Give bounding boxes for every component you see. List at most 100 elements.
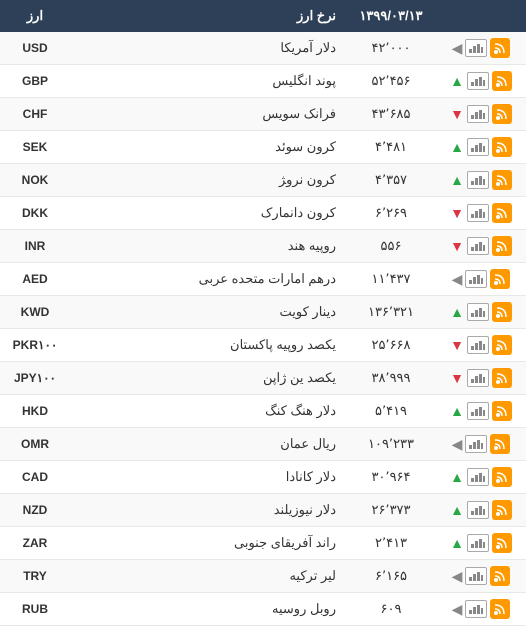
rss-icon[interactable] <box>492 500 512 520</box>
currency-value: ۳۸٬۹۹۹ <box>346 362 436 395</box>
table-row: ◀ ۴۲٬۰۰۰ دلار آمریکا USD <box>0 32 526 65</box>
trend-up-icon: ▲ <box>450 73 464 89</box>
table-header: ۱۳۹۹/۰۳/۱۳ نرخ ارز ارز <box>0 0 526 32</box>
chart-icon[interactable] <box>467 237 489 255</box>
trend-neutral-icon: ◀ <box>452 271 463 288</box>
currency-value: ۴٬۴۸۱ <box>346 131 436 164</box>
chart-icon[interactable] <box>465 567 487 585</box>
rss-icon[interactable] <box>492 467 512 487</box>
currency-code: NOK <box>0 164 70 197</box>
chart-icon[interactable] <box>465 435 487 453</box>
currency-name: روبل روسیه <box>70 593 346 626</box>
currency-name: فرانک سویس <box>70 98 346 131</box>
currency-code: ZAR <box>0 527 70 560</box>
table-row: ▼ ۲۵٬۶۶۸ یکصد روپیه پاکستان PKR۱۰۰ <box>0 329 526 362</box>
row-icons-cell: ▲ <box>436 461 526 494</box>
currency-code: CAD <box>0 461 70 494</box>
header-value: ۱۳۹۹/۰۳/۱۳ <box>346 0 436 32</box>
rss-icon[interactable] <box>492 302 512 322</box>
row-icons-cell: ◀ <box>436 428 526 461</box>
row-icons-cell: ▲ <box>436 494 526 527</box>
currency-name: دلار کانادا <box>70 461 346 494</box>
rss-icon[interactable] <box>492 401 512 421</box>
currency-code: USD <box>0 32 70 65</box>
row-icons-cell: ◀ <box>436 593 526 626</box>
chart-icon[interactable] <box>467 105 489 123</box>
table-row: ▼ ۵۵۶ روپیه هند INR <box>0 230 526 263</box>
rss-icon[interactable] <box>490 38 510 58</box>
chart-icon[interactable] <box>467 534 489 552</box>
rss-icon[interactable] <box>492 335 512 355</box>
row-icons-cell: ▼ <box>436 98 526 131</box>
chart-icon[interactable] <box>465 39 487 57</box>
rss-icon[interactable] <box>492 368 512 388</box>
table-row: ▼ ۶٬۲۶۹ کرون دانمارک DKK <box>0 197 526 230</box>
row-icons-cell: ▲ <box>436 131 526 164</box>
row-icons-cell: ◀ <box>436 263 526 296</box>
currency-name: راند آفریقای جنوبی <box>70 527 346 560</box>
currency-name: کرون سوئد <box>70 131 346 164</box>
chart-icon[interactable] <box>467 501 489 519</box>
chart-icon[interactable] <box>467 402 489 420</box>
chart-icon[interactable] <box>467 72 489 90</box>
currency-code: OMR <box>0 428 70 461</box>
rss-icon[interactable] <box>490 434 510 454</box>
rss-icon[interactable] <box>492 203 512 223</box>
chart-icon[interactable] <box>467 171 489 189</box>
table-row: ▲ ۴٬۳۵۷ کرون نرو‍ژ NOK <box>0 164 526 197</box>
chart-icon[interactable] <box>467 468 489 486</box>
table-row: ◀ ۱۱٬۴۳۷ درهم امارات متحده عربی AED <box>0 263 526 296</box>
currency-value: ۴٬۳۵۷ <box>346 164 436 197</box>
currency-name: دلار نیوزیلند <box>70 494 346 527</box>
currency-name: دلار آمریکا <box>70 32 346 65</box>
rss-icon[interactable] <box>490 599 510 619</box>
row-icons-cell: ▲ <box>436 164 526 197</box>
currency-code: RUB <box>0 593 70 626</box>
currency-name: یکصد روپیه پاکستان <box>70 329 346 362</box>
trend-up-icon: ▲ <box>450 502 464 518</box>
chart-icon[interactable] <box>465 600 487 618</box>
currency-value: ۴۲٬۰۰۰ <box>346 32 436 65</box>
rss-icon[interactable] <box>490 566 510 586</box>
row-icons-cell: ▲ <box>436 527 526 560</box>
rss-icon[interactable] <box>492 236 512 256</box>
trend-down-icon: ▼ <box>450 205 464 221</box>
currency-value: ۲۵٬۶۶۸ <box>346 329 436 362</box>
rss-icon[interactable] <box>492 533 512 553</box>
currency-name: کرون نرو‍ژ <box>70 164 346 197</box>
row-icons-cell: ▲ <box>436 296 526 329</box>
chart-icon[interactable] <box>467 138 489 156</box>
trend-up-icon: ▲ <box>450 139 464 155</box>
trend-up-icon: ▲ <box>450 403 464 419</box>
header-currency-name: نرخ ارز <box>70 0 346 32</box>
chart-icon[interactable] <box>465 270 487 288</box>
rss-icon[interactable] <box>492 104 512 124</box>
rss-icon[interactable] <box>492 170 512 190</box>
chart-icon[interactable] <box>467 303 489 321</box>
currency-name: لیر ترکیه <box>70 560 346 593</box>
trend-down-icon: ▼ <box>450 370 464 386</box>
rss-icon[interactable] <box>492 137 512 157</box>
rss-icon[interactable] <box>490 269 510 289</box>
currency-value: ۶٬۱۶۵ <box>346 560 436 593</box>
currency-code: SEK <box>0 131 70 164</box>
trend-up-icon: ▲ <box>450 469 464 485</box>
table-row: ▲ ۵٬۴۱۹ دلار هنگ کنگ HKD <box>0 395 526 428</box>
table-row: ▲ ۱۳۶٬۳۲۱ دینار کویت KWD <box>0 296 526 329</box>
currency-code: DKK <box>0 197 70 230</box>
table-row: ◀ ۶۰۹ روبل روسیه RUB <box>0 593 526 626</box>
chart-icon[interactable] <box>467 204 489 222</box>
currency-code: INR <box>0 230 70 263</box>
row-icons-cell: ▼ <box>436 230 526 263</box>
table-row: ◀ ۱۰۹٬۲۳۳ ریال عمان OMR <box>0 428 526 461</box>
currency-code: KWD <box>0 296 70 329</box>
currency-value: ۵۲٬۴۵۶ <box>346 65 436 98</box>
chart-icon[interactable] <box>467 336 489 354</box>
currency-value: ۳۰٬۹۶۴ <box>346 461 436 494</box>
trend-neutral-icon: ◀ <box>452 601 463 618</box>
chart-icon[interactable] <box>467 369 489 387</box>
rss-icon[interactable] <box>492 71 512 91</box>
currency-code: JPY۱۰۰ <box>0 362 70 395</box>
table-row: ▲ ۴٬۴۸۱ کرون سوئد SEK <box>0 131 526 164</box>
trend-up-icon: ▲ <box>450 535 464 551</box>
